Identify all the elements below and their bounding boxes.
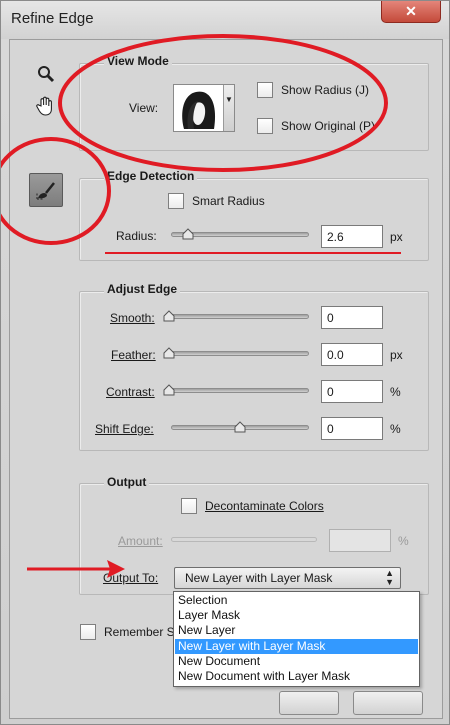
dropdown-option-layer-mask[interactable]: Layer Mask [175,608,418,623]
show-radius-checkbox[interactable] [257,82,273,98]
feather-slider-thumb[interactable] [163,347,175,359]
dropdown-option-new-layer-with-mask[interactable]: New Layer with Layer Mask [175,639,418,654]
feather-slider-track[interactable] [165,351,309,356]
refine-radius-brush-icon [36,182,55,200]
feather-unit: px [390,348,403,362]
zoom-icon [38,66,55,83]
edge-detection-title: Edge Detection [104,169,198,183]
output-to-value: New Layer with Layer Mask [185,571,333,585]
shift-edge-unit: % [390,422,401,436]
smooth-slider-track[interactable] [165,314,309,319]
output-to-label: Output To: [103,571,159,585]
smooth-label: Smooth: [110,311,155,325]
refine-edge-dialog: Refine Edge ✕ View Mode View: ▼ Show Rad… [0,0,450,725]
show-original-label: Show Original (P) [281,119,376,133]
feather-input[interactable]: 0.0 [321,343,383,366]
chevron-up-down-icon: ▲ ▼ [385,568,394,587]
contrast-unit: % [390,385,401,399]
smart-radius-checkbox[interactable] [168,193,184,209]
show-radius-label: Show Radius (J) [281,83,370,97]
feather-label: Feather: [111,348,156,362]
amount-input [329,529,391,552]
output-title: Output [104,475,150,489]
decontaminate-colors-checkbox[interactable] [181,498,197,514]
contrast-input[interactable]: 0 [321,380,383,403]
view-label: View: [129,101,159,115]
shift-edge-label: Shift Edge: [95,422,154,436]
remember-settings-checkbox[interactable] [80,624,96,640]
close-button[interactable]: ✕ [381,1,441,23]
dialog-title: Refine Edge [11,10,94,27]
output-to-dropdown-list: Selection Layer Mask New Layer New Layer… [173,591,420,687]
hand-tool-button[interactable] [31,91,61,121]
refine-radius-tool-button[interactable] [29,173,63,207]
dropdown-option-new-document[interactable]: New Document [175,654,418,669]
hand-icon [36,96,52,116]
contrast-label: Contrast: [106,385,155,399]
dropdown-option-new-document-with-mask[interactable]: New Document with Layer Mask [175,669,418,684]
smart-radius-label: Smart Radius [192,194,265,208]
smooth-slider-thumb[interactable] [163,310,175,322]
dropdown-option-selection[interactable]: Selection [175,593,418,608]
smooth-input[interactable]: 0 [321,306,383,329]
zoom-tool-button[interactable] [31,59,61,89]
ok-button[interactable] [279,691,339,715]
view-dropdown-arrow[interactable]: ▼ [223,85,234,131]
title-bar[interactable]: Refine Edge ✕ [1,1,449,39]
show-original-checkbox[interactable] [257,118,273,134]
cancel-button[interactable] [353,691,423,715]
hair-preview-thumbnail [182,91,216,129]
amount-label: Amount: [118,534,163,548]
amount-slider-track [171,537,317,542]
dropdown-option-new-layer[interactable]: New Layer [175,623,418,638]
edge-detection-group [79,178,429,261]
radius-label: Radius: [116,229,157,243]
radius-underline-annotation [105,252,401,254]
output-to-select[interactable]: New Layer with Layer Mask ▲ ▼ [174,567,401,589]
close-icon: ✕ [405,3,417,19]
contrast-slider-track[interactable] [165,388,309,393]
contrast-slider-thumb[interactable] [163,384,175,396]
shift-edge-input[interactable]: 0 [321,417,383,440]
chevron-down-icon: ▼ [225,95,233,104]
amount-unit: % [398,534,409,548]
adjust-edge-title: Adjust Edge [104,282,181,296]
radius-slider-thumb[interactable] [182,228,194,240]
radius-unit: px [390,230,403,244]
shift-edge-slider-thumb[interactable] [234,421,246,433]
view-mode-title: View Mode [104,54,172,68]
decontaminate-colors-label: Decontaminate Colors [205,499,324,513]
remember-settings-label: Remember S [104,625,175,639]
radius-input[interactable]: 2.6 [321,225,383,248]
